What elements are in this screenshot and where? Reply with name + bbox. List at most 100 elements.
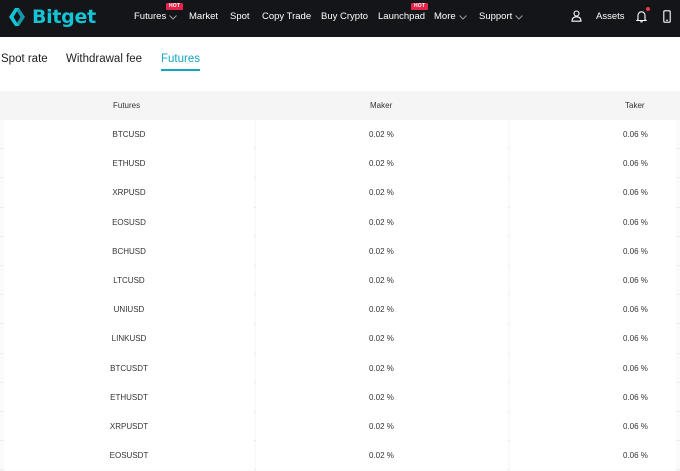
table-row: LINKUSD 0.02 % 0.06 %: [0, 324, 680, 354]
taker-fee-cell: 0.06 %: [510, 412, 676, 442]
tab-futures[interactable]: Futures: [161, 52, 200, 66]
maker-fee-cell: 0.02 %: [256, 266, 508, 296]
taker-fee-value: 0.06 %: [623, 217, 648, 227]
column-header-futures: Futures: [113, 101, 141, 110]
futures-pair-cell: EOSUSD: [4, 207, 254, 237]
taker-fee-cell: 0.06 %: [510, 295, 676, 325]
table-row: ETHUSD 0.02 % 0.06 %: [0, 149, 680, 179]
maker-fee-cell: 0.02 %: [256, 353, 508, 383]
maker-fee-cell: 0.02 %: [256, 382, 508, 412]
taker-fee-value: 0.06 %: [623, 159, 648, 169]
maker-fee-value: 0.02 %: [369, 159, 394, 169]
maker-fee-value: 0.02 %: [369, 276, 394, 285]
nav-market[interactable]: Market: [189, 11, 218, 23]
table-row: BTCUSDT 0.02 % 0.06 %: [0, 353, 680, 383]
maker-fee-cell: 0.02 %: [256, 236, 508, 266]
maker-fee-value: 0.02 %: [369, 246, 394, 256]
table-row: LTCUSD 0.02 % 0.06 %: [0, 266, 680, 296]
futures-pair-cell: LINKUSD: [4, 324, 254, 354]
table-row: BCHUSD 0.02 % 0.06 %: [0, 236, 680, 266]
bitget-logo-icon: [9, 8, 25, 26]
top-navigation-bar: Bitget Futures HOT Market Spot Copy Trad…: [0, 0, 680, 37]
maker-fee-value: 0.02 %: [369, 451, 394, 461]
taker-fee-cell: 0.06 %: [510, 266, 676, 296]
futures-pair-cell: XRPUSD: [4, 178, 254, 208]
nav-more-label: More: [434, 11, 456, 22]
taker-fee-value: 0.06 %: [623, 392, 648, 402]
futures-pair-cell: UNIUSD: [4, 295, 254, 325]
nav-support-label: Support: [479, 11, 513, 22]
nav-futures-label: Futures: [134, 11, 167, 22]
maker-fee-value: 0.02 %: [369, 422, 394, 431]
maker-fee-cell: 0.02 %: [256, 441, 508, 471]
table-row: UNIUSD 0.02 % 0.06 %: [0, 295, 680, 325]
maker-fee-cell: 0.02 %: [256, 412, 508, 442]
fee-table: Futures Maker Taker BTCUSD 0.02 % 0.06 % ET…: [0, 91, 680, 471]
maker-fee-value: 0.02 %: [369, 392, 394, 402]
tab-spot-rate[interactable]: Spot rate: [1, 52, 48, 66]
table-row: ETHUSDT 0.02 % 0.06 %: [0, 382, 680, 412]
taker-fee-cell: 0.06 %: [510, 178, 676, 208]
futures-pair-cell: BTCUSD: [4, 120, 254, 150]
maker-fee-cell: 0.02 %: [256, 295, 508, 325]
maker-fee-cell: 0.02 %: [256, 324, 508, 354]
brand-name: Bitget: [32, 6, 96, 28]
nav-spot-label: Spot: [230, 11, 250, 22]
taker-fee-value: 0.06 %: [623, 246, 648, 256]
nav-market-label: Market: [189, 11, 219, 22]
table-row: EOSUSD 0.02 % 0.06 %: [0, 207, 680, 237]
active-tab-indicator: [161, 69, 200, 71]
taker-fee-value: 0.06 %: [623, 305, 648, 315]
chevron-down-icon: [515, 14, 524, 20]
maker-fee-cell: 0.02 %: [256, 120, 508, 150]
tab-withdrawal-fee[interactable]: Withdrawal fee: [66, 52, 142, 66]
maker-fee-value: 0.02 %: [369, 334, 394, 344]
maker-fee-value: 0.02 %: [369, 305, 394, 315]
nav-assets-label: Assets: [596, 11, 625, 22]
taker-fee-cell: 0.06 %: [510, 149, 676, 179]
nav-launchpad-label: Launchpad: [378, 11, 426, 22]
column-header-maker: Maker: [370, 101, 393, 110]
futures-pair-cell: EOSUSDT: [4, 441, 254, 471]
hot-badge-launchpad: HOT: [411, 3, 429, 10]
taker-fee-value: 0.06 %: [623, 276, 648, 285]
nav-more[interactable]: More: [434, 11, 467, 23]
nav-futures[interactable]: Futures: [134, 11, 178, 23]
nav-assets[interactable]: Assets: [596, 11, 625, 23]
table-header: Futures Maker Taker: [0, 91, 680, 120]
taker-fee-cell: 0.06 %: [510, 441, 676, 471]
user-icon[interactable]: [571, 10, 582, 22]
taker-fee-value: 0.06 %: [623, 422, 648, 431]
maker-fee-value: 0.02 %: [369, 217, 394, 227]
maker-fee-cell: 0.02 %: [256, 207, 508, 237]
futures-pair-cell: BTCUSDT: [4, 353, 254, 383]
nav-launchpad[interactable]: Launchpad: [378, 11, 425, 23]
futures-pair-cell: BCHUSD: [4, 236, 254, 266]
taker-fee-value: 0.06 %: [623, 188, 648, 198]
taker-fee-cell: 0.06 %: [510, 120, 676, 150]
maker-fee-value: 0.02 %: [369, 188, 394, 198]
hot-badge-futures: HOT: [166, 3, 184, 10]
taker-fee-value: 0.06 %: [623, 130, 648, 139]
table-row: BTCUSD 0.02 % 0.06 %: [0, 120, 680, 150]
bell-icon[interactable]: [636, 10, 647, 23]
chevron-down-icon: [458, 14, 467, 20]
taker-fee-value: 0.06 %: [623, 363, 648, 373]
maker-fee-value: 0.02 %: [369, 130, 394, 139]
taker-fee-value: 0.06 %: [623, 334, 648, 344]
phone-icon[interactable]: [663, 10, 671, 23]
table-row: EOSUSDT 0.02 % 0.06 %: [0, 441, 680, 471]
futures-pair-cell: XRPUSDT: [4, 412, 254, 442]
taker-fee-cell: 0.06 %: [510, 382, 676, 412]
futures-pair-cell: LTCUSD: [4, 266, 254, 296]
nav-buy-crypto[interactable]: Buy Crypto: [321, 11, 368, 23]
brand-logo[interactable]: Bitget: [6, 6, 96, 28]
nav-copy-trade[interactable]: Copy Trade: [262, 11, 311, 23]
taker-fee-cell: 0.06 %: [510, 236, 676, 266]
taker-fee-cell: 0.06 %: [510, 324, 676, 354]
notification-dot: [646, 7, 650, 11]
taker-fee-cell: 0.06 %: [510, 207, 676, 237]
maker-fee-cell: 0.02 %: [256, 178, 508, 208]
nav-support[interactable]: Support: [479, 11, 524, 23]
nav-spot[interactable]: Spot: [230, 11, 250, 23]
